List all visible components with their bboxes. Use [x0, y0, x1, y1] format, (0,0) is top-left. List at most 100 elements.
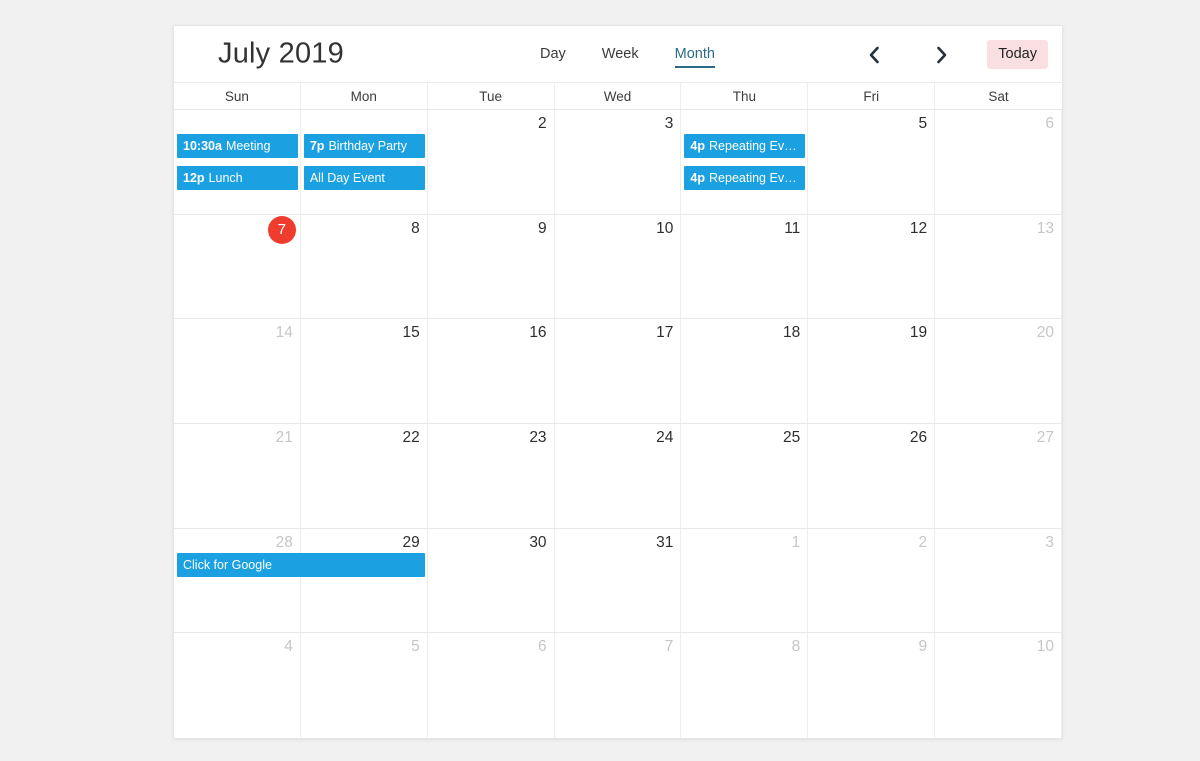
day-cell[interactable]: 21 — [174, 423, 301, 528]
day-cell[interactable]: 5 — [808, 110, 936, 214]
day-number[interactable]: 23 — [428, 428, 546, 448]
day-cell[interactable]: 2 — [428, 110, 555, 214]
day-cell[interactable]: 10 — [555, 214, 682, 319]
day-cell[interactable]: 2 — [808, 528, 936, 633]
day-cell[interactable]: 20 — [935, 319, 1062, 423]
day-cell[interactable]: 22 — [301, 423, 428, 528]
day-number[interactable]: 24 — [555, 428, 673, 448]
day-number[interactable]: 31 — [555, 533, 673, 553]
day-number[interactable]: 7 — [555, 637, 674, 657]
day-number[interactable]: 13 — [935, 219, 1054, 239]
day-cell[interactable]: 4 — [681, 110, 809, 214]
day-number[interactable]: 3 — [935, 533, 1054, 553]
day-cell[interactable]: 28 — [174, 528, 301, 633]
day-cell[interactable]: 6 — [935, 110, 1062, 214]
calendar-event[interactable]: 7p Birthday Party — [303, 134, 425, 158]
calendar-event[interactable]: 12p Lunch — [177, 166, 298, 190]
day-number[interactable]: 6 — [428, 637, 547, 657]
day-number[interactable]: 20 — [935, 323, 1054, 343]
calendar-event[interactable]: 4p Repeating Event — [684, 134, 806, 158]
prev-period-button[interactable] — [857, 38, 891, 72]
day-cell[interactable]: 9 — [428, 214, 555, 319]
day-number[interactable]: 21 — [174, 428, 293, 448]
day-cell[interactable]: 18 — [681, 319, 809, 423]
day-number[interactable]: 22 — [301, 428, 419, 448]
day-cell[interactable]: 12 — [808, 214, 936, 319]
day-number[interactable]: 26 — [808, 428, 927, 448]
day-cell[interactable]: 14 — [174, 319, 301, 423]
day-cell[interactable]: 13 — [935, 214, 1062, 319]
day-number[interactable]: 19 — [808, 323, 927, 343]
day-cell[interactable]: 8 — [301, 214, 428, 319]
day-cell[interactable]: 19 — [808, 319, 936, 423]
day-cell[interactable]: 9 — [808, 633, 936, 738]
day-number[interactable]: 28 — [174, 533, 293, 553]
day-cell[interactable]: 30 — [174, 110, 301, 214]
calendar-event[interactable]: 4p Repeating Event — [684, 166, 806, 190]
day-number[interactable]: 9 — [428, 219, 547, 239]
day-number[interactable]: 6 — [935, 114, 1054, 134]
day-number[interactable]: 29 — [301, 533, 419, 553]
weekday-header-wed: Wed — [555, 83, 682, 109]
chevron-left-icon — [868, 46, 880, 64]
day-number[interactable]: 5 — [301, 637, 420, 657]
day-cell[interactable]: 5 — [301, 633, 428, 738]
day-number[interactable]: 4 — [174, 637, 293, 657]
calendar-event[interactable]: All Day Event — [303, 166, 425, 190]
day-cell[interactable]: 11 — [681, 214, 809, 319]
week-row: 7 8 9 10 11 12 13 — [174, 214, 1062, 320]
day-cell[interactable]: 30 — [428, 528, 555, 633]
day-number[interactable]: 18 — [681, 323, 800, 343]
view-button-week[interactable]: Week — [602, 41, 639, 69]
day-cell[interactable]: 15 — [301, 319, 428, 423]
day-cell[interactable]: 10 — [935, 633, 1062, 738]
event-title: Meeting — [225, 139, 271, 153]
view-button-day[interactable]: Day — [540, 41, 566, 69]
day-cell[interactable]: 29 — [301, 528, 428, 633]
day-number[interactable]: 30 — [428, 533, 546, 553]
day-cell[interactable]: 24 — [555, 423, 682, 528]
day-number[interactable]: 15 — [301, 323, 419, 343]
day-number[interactable]: 10 — [935, 637, 1054, 657]
calendar-event[interactable]: 10:30a Meeting — [177, 134, 298, 158]
day-number[interactable]: 3 — [555, 114, 674, 134]
day-cell[interactable]: 25 — [681, 423, 809, 528]
day-number[interactable]: 10 — [555, 219, 673, 239]
day-cell[interactable]: 7 — [555, 633, 682, 738]
day-number[interactable]: 1 — [681, 533, 801, 553]
day-cell[interactable]: 23 — [428, 423, 555, 528]
day-number-today[interactable]: 7 — [267, 215, 296, 244]
week-row: 4 5 6 7 8 9 10 — [174, 633, 1062, 738]
day-number[interactable]: 8 — [301, 219, 420, 239]
day-number[interactable]: 9 — [808, 637, 928, 657]
day-number[interactable]: 17 — [555, 323, 673, 343]
day-cell[interactable]: 16 — [428, 319, 555, 423]
today-button[interactable]: Today — [987, 39, 1048, 70]
day-cell[interactable]: 27 — [935, 423, 1062, 528]
day-cell[interactable]: 1 — [301, 110, 428, 214]
day-cell[interactable]: 6 — [428, 633, 555, 738]
day-cell[interactable]: 3 — [555, 110, 682, 214]
view-button-month[interactable]: Month — [674, 41, 716, 69]
day-cell[interactable]: 26 — [808, 423, 936, 528]
day-number[interactable]: 2 — [428, 114, 547, 134]
day-cell[interactable]: 1 — [681, 528, 809, 633]
day-cell[interactable]: 31 — [555, 528, 682, 633]
day-cell[interactable]: 17 — [555, 319, 682, 423]
day-number[interactable]: 16 — [428, 323, 546, 343]
day-number[interactable]: 27 — [935, 428, 1054, 448]
day-number[interactable]: 8 — [681, 637, 801, 657]
event-time: 12p — [183, 171, 205, 185]
day-number[interactable]: 11 — [681, 219, 800, 239]
day-number[interactable]: 12 — [808, 219, 927, 239]
day-number[interactable]: 14 — [174, 323, 293, 343]
next-period-button[interactable] — [925, 38, 959, 72]
calendar-event[interactable]: Click for Google — [177, 552, 425, 577]
day-cell[interactable]: 8 — [681, 633, 809, 738]
day-number[interactable]: 2 — [808, 533, 928, 553]
day-cell[interactable]: 3 — [935, 528, 1062, 633]
day-cell[interactable]: 4 — [174, 633, 301, 738]
day-number[interactable]: 25 — [681, 428, 800, 448]
day-number[interactable]: 5 — [808, 114, 928, 134]
day-cell[interactable]: 7 — [174, 214, 301, 319]
